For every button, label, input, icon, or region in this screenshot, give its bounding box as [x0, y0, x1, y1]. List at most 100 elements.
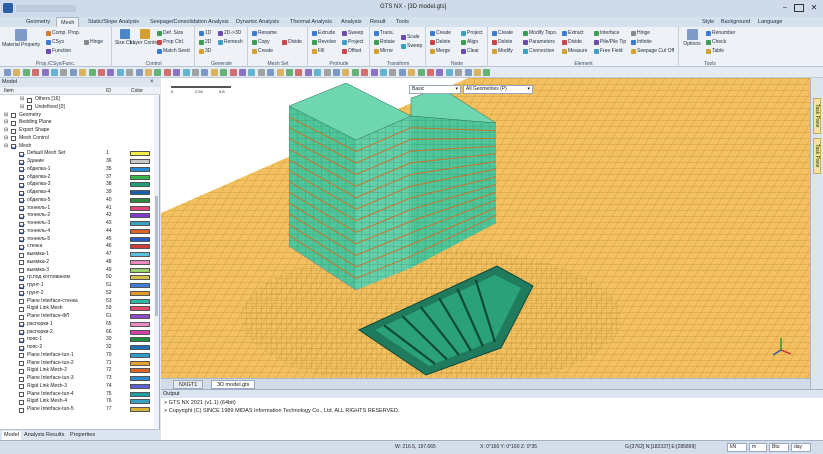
comp-prop-button[interactable]: Comp. Prop. — [46, 30, 80, 36]
tree-row[interactable]: ⊟ Bedding Plane — [0, 119, 155, 127]
offset-button[interactable]: Offset — [342, 48, 361, 54]
visibility-checkbox[interactable] — [19, 260, 24, 266]
color-swatch[interactable] — [130, 267, 150, 273]
toolbar-tool-icon[interactable] — [380, 69, 387, 76]
color-swatch[interactable] — [130, 329, 150, 335]
tab-thermal[interactable]: Thermal Analysis — [286, 17, 336, 27]
tree-row[interactable]: выемка-1 47 — [0, 251, 155, 259]
toolbar-tool-icon[interactable] — [13, 69, 21, 76]
color-swatch[interactable] — [130, 391, 150, 397]
toolbar-tool-icon[interactable] — [351, 69, 359, 76]
tree-row[interactable]: Plane Interface-tun-5 77 — [0, 406, 155, 414]
transform-sweep-button[interactable]: Sweep — [401, 43, 422, 49]
visibility-checkbox[interactable] — [19, 314, 24, 320]
color-swatch[interactable] — [130, 314, 150, 319]
viewport-3d[interactable]: 0 2.54 4.8 Basic ▾ All Geometries (P) ▾ — [161, 78, 810, 378]
background-menu[interactable]: Background — [717, 17, 754, 27]
language-menu[interactable]: Language — [754, 17, 786, 27]
visibility-checkbox[interactable] — [19, 275, 24, 281]
tree-row[interactable]: пояс-2 32 — [0, 344, 155, 352]
parameters-button[interactable]: Parameters — [523, 39, 555, 45]
visibility-checkbox[interactable] — [19, 159, 24, 165]
tree-row[interactable]: Rigid Link Mesh 59 — [0, 305, 155, 313]
column-id[interactable]: ID — [106, 87, 111, 95]
color-swatch[interactable] — [130, 174, 150, 180]
expand-toggle-icon[interactable]: ⊟ — [4, 112, 8, 120]
create-meshset-button[interactable]: Create — [252, 48, 273, 54]
color-swatch[interactable] — [130, 399, 150, 405]
toolbar-tool-icon[interactable] — [4, 69, 11, 76]
tab-results[interactable]: Results — [44, 431, 66, 440]
tree-row[interactable]: Plane Interface-tun-1 70 — [0, 352, 155, 360]
extrude-button[interactable]: Extrude — [312, 30, 335, 36]
node-clear-button[interactable]: Clear — [461, 48, 479, 54]
color-swatch[interactable] — [130, 298, 150, 304]
visibility-checkbox[interactable] — [19, 151, 24, 157]
toolbar-tool-icon[interactable] — [154, 69, 162, 76]
toolbar-tool-icon[interactable] — [304, 69, 312, 76]
toolbar-tool-icon[interactable] — [229, 69, 237, 76]
toolbar-tool-icon[interactable] — [88, 69, 96, 76]
visibility-checkbox[interactable] — [19, 353, 24, 359]
tab-tools[interactable]: Tools — [392, 17, 413, 27]
fill-button[interactable]: Fill — [312, 48, 324, 54]
rotate-button[interactable]: Rotate — [374, 39, 395, 45]
expand-toggle-icon[interactable]: ⊟ — [20, 104, 24, 112]
toolbar-tool-icon[interactable] — [69, 69, 77, 76]
generate-3d-button[interactable]: 3D — [199, 48, 211, 54]
visibility-checkbox[interactable] — [19, 322, 24, 328]
color-swatch[interactable] — [130, 306, 150, 312]
tree-row[interactable]: Здание 36 — [0, 158, 155, 166]
tree-row[interactable]: Plane Interface-tun-4 75 — [0, 391, 155, 399]
tree-row[interactable]: обделка-5 40 — [0, 197, 155, 205]
visibility-checkbox[interactable] — [27, 105, 32, 111]
node-create-button[interactable]: Create — [430, 30, 451, 36]
visibility-checkbox[interactable] — [19, 167, 24, 173]
function-button[interactable]: Function — [46, 48, 71, 54]
tree-row[interactable]: Plane Interface-ФЛ 61 — [0, 313, 155, 321]
toolbar-tool-icon[interactable] — [436, 69, 444, 76]
toolbar-tool-icon[interactable] — [483, 69, 491, 76]
visibility-checkbox[interactable] — [19, 252, 24, 258]
doc-tab-3d-model[interactable]: 3D model.gts — [211, 380, 256, 389]
tree-row[interactable]: гр.под котлованом 50 — [0, 274, 155, 282]
toolbar-tool-icon[interactable] — [445, 69, 453, 76]
toolbar-tool-icon[interactable] — [135, 69, 143, 76]
unit-length-select[interactable]: m — [749, 443, 767, 452]
color-swatch[interactable] — [130, 236, 150, 242]
project-button[interactable]: Project — [342, 39, 364, 45]
toolbar-tool-icon[interactable] — [163, 69, 171, 76]
model-canvas[interactable] — [161, 78, 810, 378]
toolbar-tool-icon[interactable] — [464, 69, 472, 76]
color-swatch[interactable] — [130, 190, 150, 195]
tree-row[interactable]: Default Mesh Set 1 — [0, 150, 155, 158]
extract-button[interactable]: Extract — [562, 30, 584, 36]
toolbar-tool-icon[interactable] — [267, 69, 275, 76]
connection-button[interactable]: Connection — [523, 48, 554, 54]
toolbar-tool-icon[interactable] — [192, 69, 199, 76]
visibility-checkbox[interactable] — [19, 291, 24, 297]
def-size-button[interactable]: Def. Size — [157, 30, 183, 36]
layer-control-button[interactable]: Layer Control — [130, 29, 160, 46]
visibility-checkbox[interactable] — [19, 368, 24, 374]
color-swatch[interactable] — [130, 182, 150, 188]
tree-row[interactable]: обделка-1 35 — [0, 166, 155, 174]
color-swatch[interactable] — [130, 321, 150, 327]
task-pane-tab[interactable]: Task Pane — [813, 98, 821, 134]
tab-seepage[interactable]: Seepage/Consolidation Analysis — [146, 17, 233, 27]
color-swatch[interactable] — [130, 197, 150, 203]
check-button[interactable]: Check — [706, 39, 726, 45]
toolbar-tool-icon[interactable] — [220, 69, 228, 76]
visibility-checkbox[interactable] — [19, 376, 24, 382]
toolbar-tool-icon[interactable] — [408, 69, 416, 76]
visibility-checkbox[interactable] — [19, 345, 24, 351]
copy-button[interactable]: Copy — [252, 39, 270, 45]
tree-row[interactable]: распорки-1 65 — [0, 321, 155, 329]
toolbar-tool-icon[interactable] — [182, 69, 190, 76]
color-swatch[interactable] — [130, 283, 150, 288]
modify-topo-button[interactable]: Modify Topo. — [523, 30, 557, 36]
toolbar-tool-icon[interactable] — [116, 69, 124, 76]
color-swatch[interactable] — [130, 290, 150, 296]
color-swatch[interactable] — [130, 252, 150, 257]
style-menu[interactable]: Style — [698, 17, 718, 27]
